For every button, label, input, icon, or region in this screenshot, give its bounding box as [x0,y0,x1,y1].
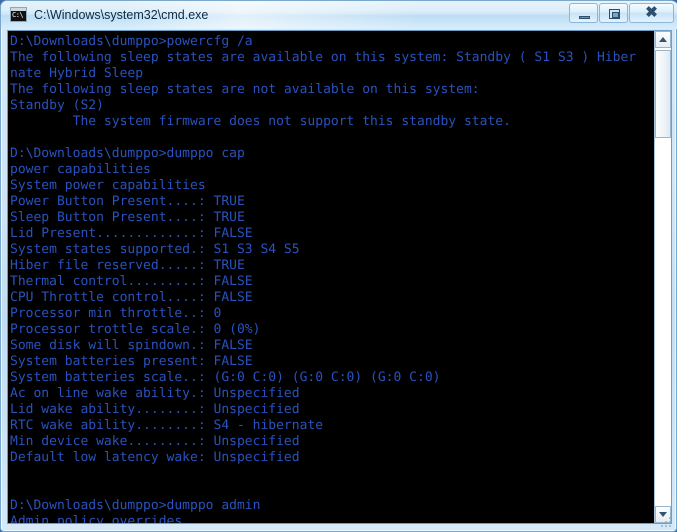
vertical-scrollbar[interactable] [654,31,671,523]
resize-grip-icon[interactable] [659,515,673,529]
console-output-area[interactable]: D:\Downloads\dumppo>powercfg /a The foll… [8,31,654,523]
close-button[interactable]: ✖ [629,3,674,23]
scroll-up-button[interactable] [655,31,671,48]
scrollbar-thumb[interactable] [655,50,671,138]
cmd-icon: C:\ [10,7,27,22]
title-bar[interactable]: C:\ C:\Windows\system32\cmd.exe ✖ [1,1,677,29]
minimize-button[interactable] [569,3,598,23]
close-icon: ✖ [645,4,658,21]
maximize-button[interactable] [599,3,628,23]
cmd-icon-prompt-text: C:\ [12,11,24,19]
cmd-window: C:\ C:\Windows\system32\cmd.exe ✖ D:\Dow… [0,0,677,532]
scrollbar-track[interactable] [655,48,671,506]
console-text: D:\Downloads\dumppo>powercfg /a The foll… [10,34,637,523]
window-title: C:\Windows\system32\cmd.exe [34,8,209,22]
minimize-icon [579,16,590,19]
chevron-up-icon [659,37,667,42]
window-controls: ✖ [569,3,674,23]
maximize-icon [609,9,620,19]
console-client-area: D:\Downloads\dumppo>powercfg /a The foll… [7,30,672,524]
